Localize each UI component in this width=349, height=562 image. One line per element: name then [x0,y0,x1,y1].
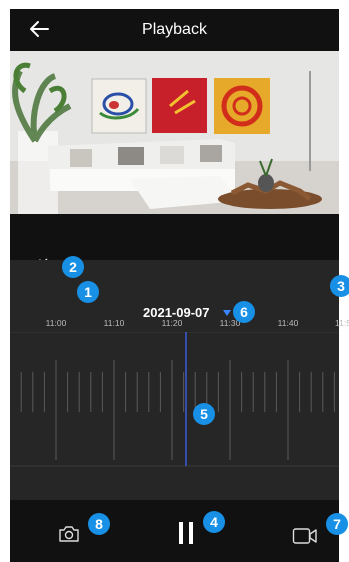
pause-icon[interactable] [176,520,196,546]
annotation-badge: 6 [233,301,255,323]
tick-label: 11:5 [335,318,349,328]
annotation-badge: 1 [77,281,99,303]
annotation-badge: 2 [62,256,84,278]
tick-label: 11:20 [161,318,183,328]
tick-label: 11:10 [103,318,125,328]
annotation-badge: 5 [193,403,215,425]
video-record-icon[interactable] [292,527,318,545]
video-frame-image [10,51,339,214]
timeline-ticks [20,360,335,460]
annotation-badge: 4 [203,511,225,533]
tick-label: 11:00 [45,318,67,328]
caret-down-icon[interactable] [223,310,231,316]
annotation-badge: 8 [88,513,110,535]
annotation-badge: 3 [330,275,349,297]
timeline-track[interactable] [10,332,339,502]
top-bar: Playback [10,9,339,51]
timeline-tick-labels: 11:00 11:10 11:20 11:30 11:40 11:5 [10,318,349,332]
page-title: Playback [142,21,207,38]
video-preview[interactable] [10,51,339,214]
annotation-badge: 7 [326,513,348,535]
camera-snapshot-icon[interactable] [58,525,80,543]
tick-label: 11:40 [277,318,299,328]
